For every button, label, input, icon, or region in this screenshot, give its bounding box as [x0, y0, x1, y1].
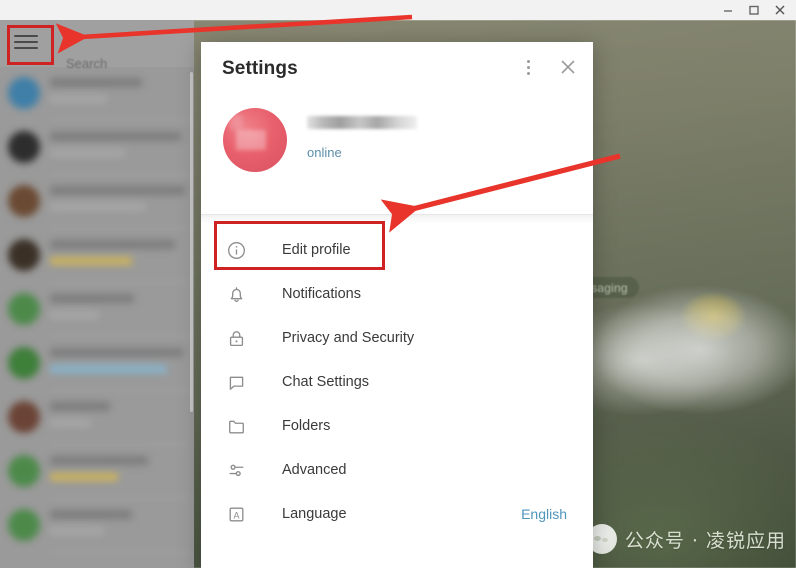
menu-item-privacy-security[interactable]: Privacy and Security: [201, 316, 593, 360]
highlight-hamburger-menu: [7, 25, 54, 65]
list-item[interactable]: [0, 121, 194, 175]
chat-bubble-icon: [223, 369, 249, 395]
language-a-icon: A: [223, 501, 249, 527]
menu-item-chat-settings[interactable]: Chat Settings: [201, 360, 593, 404]
language-value[interactable]: English: [521, 506, 567, 522]
close-button[interactable]: [774, 4, 786, 16]
list-item[interactable]: [0, 175, 194, 229]
sidebar-scrollbar[interactable]: [190, 72, 193, 412]
folder-icon: [223, 413, 249, 439]
profile-info: online: [287, 102, 417, 160]
more-vertical-icon[interactable]: [517, 56, 539, 78]
window-controls: [722, 0, 792, 20]
status-badge: online: [307, 145, 342, 160]
dialog-header: Settings: [201, 42, 593, 96]
username-redacted: [307, 116, 417, 129]
sliders-icon: [223, 457, 249, 483]
maximize-button[interactable]: [748, 4, 760, 16]
profile-section[interactable]: online: [201, 96, 593, 214]
avatar[interactable]: [223, 108, 287, 172]
list-item[interactable]: [0, 283, 194, 337]
list-item[interactable]: [0, 67, 194, 121]
menu-item-label: Chat Settings: [282, 374, 370, 390]
page-title: Settings: [222, 58, 298, 79]
list-item[interactable]: [0, 337, 194, 391]
menu-item-label: Folders: [282, 418, 331, 434]
chat-list-sidebar: Search: [0, 20, 194, 568]
bell-icon: [223, 281, 249, 307]
menu-item-label: Notifications: [282, 286, 361, 302]
dialog-actions: [517, 56, 579, 78]
settings-dialog: Settings online Edit profile Notificatio…: [201, 42, 593, 568]
list-item[interactable]: [0, 445, 194, 499]
highlight-edit-profile: [214, 221, 385, 270]
menu-item-label: Advanced: [282, 462, 347, 478]
list-item[interactable]: [0, 391, 194, 445]
svg-text:A: A: [233, 510, 240, 520]
lock-icon: [223, 325, 249, 351]
menu-item-notifications[interactable]: Notifications: [201, 272, 593, 316]
watermark: 公众号 · 凌锐应用: [586, 524, 786, 554]
title-bar: [0, 0, 796, 20]
close-icon[interactable]: [557, 56, 579, 78]
menu-item-language[interactable]: A Language English: [201, 492, 593, 536]
minimize-button[interactable]: [722, 4, 734, 16]
telegram-desktop-window: ssaging 公众号 · 凌锐应用 Search Settings onlin…: [0, 0, 796, 568]
watermark-text: 公众号 · 凌锐应用: [624, 529, 786, 552]
chat-list[interactable]: [0, 67, 194, 553]
menu-item-folders[interactable]: Folders: [201, 404, 593, 448]
list-item[interactable]: [0, 229, 194, 283]
menu-item-label: Language: [282, 506, 347, 522]
menu-item-advanced[interactable]: Advanced: [201, 448, 593, 492]
menu-item-label: Privacy and Security: [282, 330, 415, 346]
settings-menu: Edit profile Notifications Privacy and S…: [201, 224, 593, 536]
list-item[interactable]: [0, 499, 194, 553]
